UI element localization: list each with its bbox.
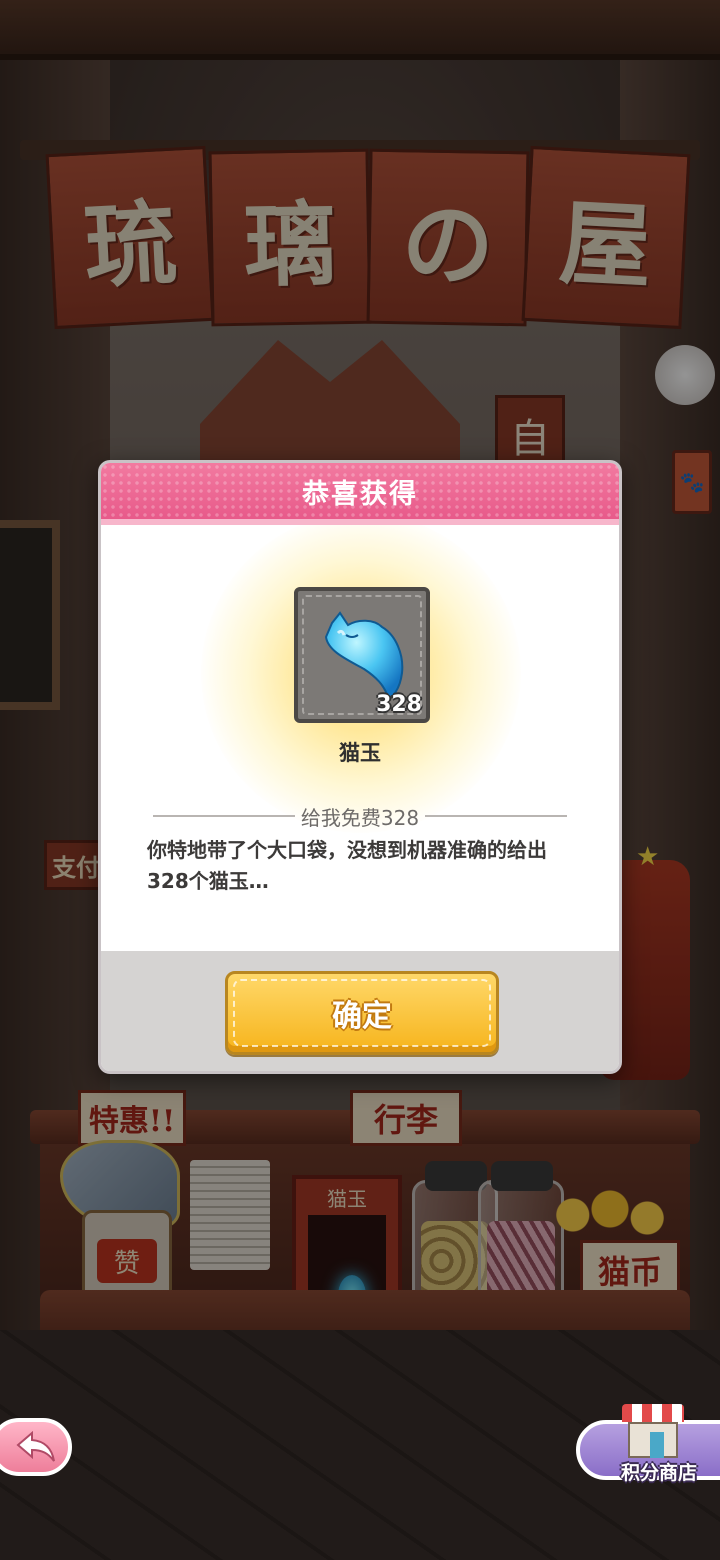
item-name: 猫玉 bbox=[339, 741, 381, 765]
points-shop-label[interactable]: 积分商店 bbox=[604, 1458, 714, 1485]
reward-dialog: 恭喜获得 328 猫玉 给我免费328 你特地带了个大口袋，没想到机器准确的给出… bbox=[98, 460, 622, 1074]
shop-awning bbox=[622, 1404, 684, 1422]
divider-left bbox=[153, 815, 295, 817]
back-button[interactable] bbox=[0, 1418, 72, 1476]
dialog-title: 恭喜获得 bbox=[302, 478, 418, 510]
dialog-header: 恭喜获得 bbox=[101, 463, 619, 519]
confirm-button-label: 确定 bbox=[332, 999, 392, 1034]
reward-description: 你特地带了个大口袋，没想到机器准确的给出328个猫玉… bbox=[147, 838, 547, 893]
shop-body bbox=[628, 1422, 678, 1458]
shop-door bbox=[650, 1432, 664, 1458]
storefront-icon[interactable] bbox=[622, 1404, 684, 1460]
divider-right bbox=[425, 815, 567, 817]
reward-subtitle-row: 给我免费328 bbox=[153, 801, 567, 831]
blue-cat-jade-icon bbox=[324, 611, 404, 699]
back-arrow-icon bbox=[16, 1431, 55, 1462]
reward-item-slot[interactable]: 328 bbox=[294, 587, 430, 723]
reward-subtitle: 给我免费328 bbox=[300, 805, 420, 830]
dialog-footer: 确定 bbox=[101, 951, 619, 1071]
item-count: 328 bbox=[376, 692, 422, 717]
dialog-header-trim bbox=[101, 519, 619, 525]
confirm-button[interactable]: 确定 bbox=[225, 971, 499, 1055]
